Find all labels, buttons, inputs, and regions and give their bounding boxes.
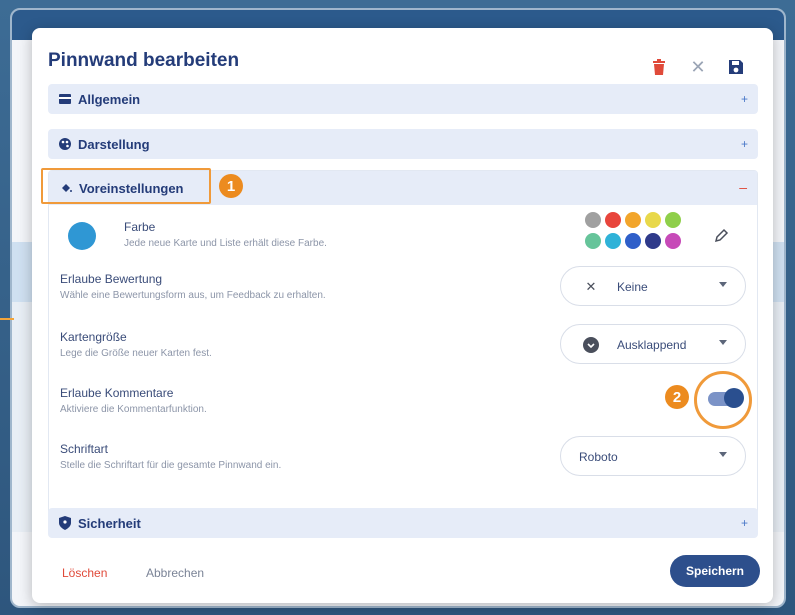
highlight-box [41,168,211,204]
section-label: Sicherheit [78,516,141,531]
bewertung-select[interactable]: ✕ Keine [560,266,746,306]
color-option-green[interactable] [665,212,681,228]
select-value: Roboto [579,450,618,464]
section-darstellung[interactable]: Darstellung + [48,129,758,159]
save-button[interactable]: Speichern [670,555,760,587]
section-label: Darstellung [78,137,150,152]
kartengroesse-select[interactable]: Ausklappend [560,324,746,364]
color-option-navy[interactable] [645,233,661,249]
callout-badge-1: 1 [219,174,243,198]
farbe-label: Farbe [124,220,156,234]
schriftart-select[interactable]: Roboto [560,436,746,476]
color-option-blue[interactable] [605,233,621,249]
expand-circle-icon [583,337,599,353]
expand-icon[interactable]: + [741,137,748,151]
farbe-description: Jede neue Karte und Liste erhält diese F… [124,238,327,249]
section-allgemein[interactable]: Allgemein + [48,84,758,114]
kommentare-label: Erlaube Kommentare [60,386,174,400]
kartengroesse-description: Lege die Größe neuer Karten fest. [60,348,212,359]
close-icon[interactable]: ✕ [687,56,709,78]
kommentare-description: Aktiviere die Kommentarfunktion. [60,404,207,415]
schriftart-label: Schriftart [60,442,109,456]
bewertung-description: Wähle eine Bewertungsform aus, um Feedba… [60,290,326,301]
trash-icon[interactable] [648,56,670,78]
shield-icon [58,516,72,530]
callout-badge-2: 2 [665,385,689,409]
callout-line [0,318,14,320]
kartengroesse-label: Kartengröße [60,330,127,344]
chevron-down-icon [719,452,727,457]
color-option-teal[interactable] [585,233,601,249]
collapse-icon[interactable]: – [739,179,747,195]
chevron-down-icon [719,340,727,345]
bewertung-label: Erlaube Bewertung [60,272,163,286]
color-option-magenta[interactable] [665,233,681,249]
section-sicherheit[interactable]: Sicherheit + [48,508,758,538]
expand-icon[interactable]: + [741,516,748,530]
expand-icon[interactable]: + [741,92,748,106]
color-option-yellow[interactable] [645,212,661,228]
section-label: Allgemein [78,92,141,107]
toggle-knob[interactable] [724,388,744,408]
cancel-button[interactable]: Abbrechen [146,566,204,580]
save-icon[interactable] [725,56,747,78]
color-picker-icon[interactable] [713,228,729,244]
chevron-down-icon [719,282,727,287]
color-option-red[interactable] [605,212,621,228]
select-value: Keine [617,280,648,294]
dialog-title: Pinnwand bearbeiten [48,50,240,71]
select-value: Ausklappend [617,338,687,352]
color-option-gray[interactable] [585,212,601,228]
delete-button[interactable]: Löschen [62,566,107,580]
schriftart-description: Stelle die Schriftart für die gesamte Pi… [60,460,282,471]
card-icon [58,92,72,106]
palette-icon [58,137,72,151]
color-option-orange[interactable] [625,212,641,228]
x-icon: ✕ [585,279,597,294]
color-option-royal-blue[interactable] [625,233,641,249]
selected-color-swatch [68,222,96,250]
edit-board-dialog: Pinnwand bearbeiten ✕ Allgemein + Darste… [32,28,773,603]
